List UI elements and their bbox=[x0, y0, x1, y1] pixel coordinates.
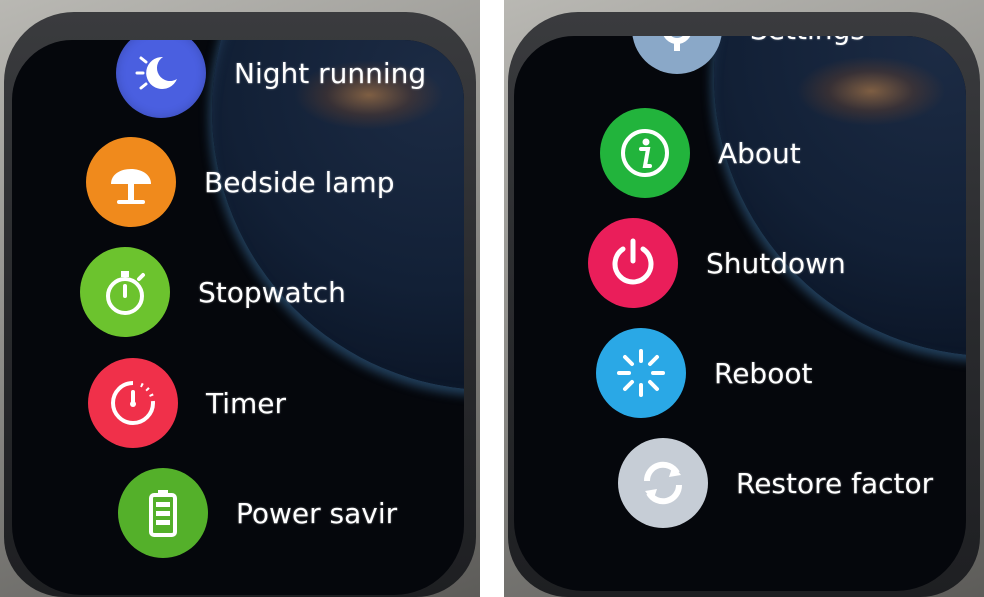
menu-item-label: Reboot bbox=[714, 356, 813, 390]
night-mode-icon bbox=[116, 40, 206, 118]
menu-item-reboot[interactable]: Reboot bbox=[596, 328, 812, 418]
menu-item-label: Restore factor bbox=[736, 466, 934, 500]
restore-icon bbox=[618, 438, 708, 528]
menu-item-label: Settings bbox=[750, 36, 865, 46]
power-icon bbox=[588, 218, 678, 308]
menu-item-timer[interactable]: Timer bbox=[88, 358, 286, 448]
menu-item-about[interactable]: About bbox=[600, 108, 801, 198]
menu-item-label: Power savir bbox=[236, 496, 398, 530]
watch-photo-left: Night running Bedside lamp Stopwatch Tim… bbox=[0, 0, 480, 597]
menu-item-label: Stopwatch bbox=[198, 275, 346, 309]
timer-icon bbox=[88, 358, 178, 448]
stopwatch-icon bbox=[80, 247, 170, 337]
watch-screen-left: Night running Bedside lamp Stopwatch Tim… bbox=[12, 40, 464, 595]
menu-item-restore-factory[interactable]: Restore factor bbox=[618, 438, 933, 528]
menu-item-power-saving[interactable]: Power savir bbox=[118, 468, 397, 558]
watch-screen-right: Settings About Shutdown Reboot Restore f bbox=[514, 36, 966, 591]
battery-icon bbox=[118, 468, 208, 558]
menu-item-bedside-lamp[interactable]: Bedside lamp bbox=[86, 137, 394, 227]
menu-item-label: Bedside lamp bbox=[204, 165, 395, 199]
menu-item-label: Timer bbox=[206, 386, 287, 420]
watch-photo-right: Settings About Shutdown Reboot Restore f bbox=[504, 0, 984, 597]
menu-item-label: About bbox=[718, 136, 801, 170]
menu-item-settings[interactable]: Settings bbox=[632, 36, 865, 74]
menu-item-label: Night running bbox=[234, 56, 427, 90]
lamp-icon bbox=[86, 137, 176, 227]
info-icon bbox=[600, 108, 690, 198]
gear-icon bbox=[632, 36, 722, 74]
menu-item-label: Shutdown bbox=[706, 246, 846, 280]
reboot-icon bbox=[596, 328, 686, 418]
menu-item-night-running[interactable]: Night running bbox=[116, 40, 426, 118]
menu-item-shutdown[interactable]: Shutdown bbox=[588, 218, 846, 308]
menu-item-stopwatch[interactable]: Stopwatch bbox=[80, 247, 346, 337]
